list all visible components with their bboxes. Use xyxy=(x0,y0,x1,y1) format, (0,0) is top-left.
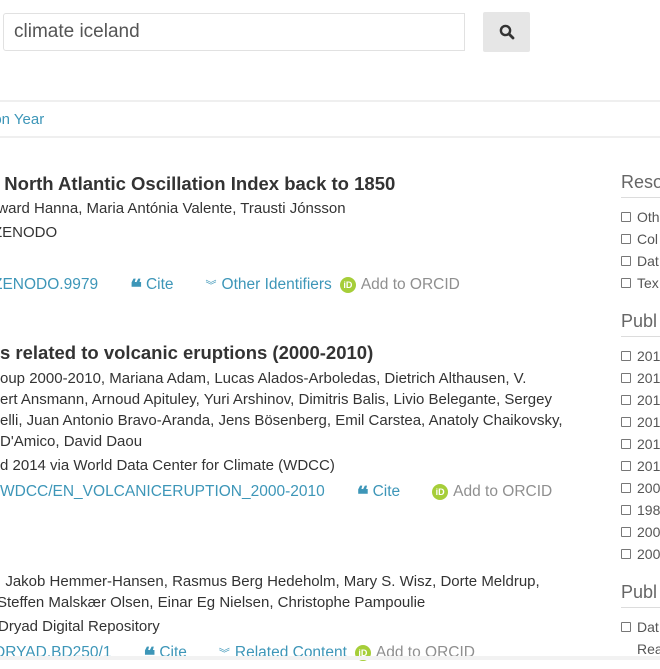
facet-item[interactable]: Dat xyxy=(621,616,660,638)
facet-item[interactable]: 200 xyxy=(621,477,660,499)
facet-publication-year: Publ 201 201 201 201 201 201 200 198 200… xyxy=(621,311,660,565)
facet-item-label: Tex xyxy=(637,275,659,291)
search-button[interactable] xyxy=(483,12,530,52)
checkbox[interactable] xyxy=(621,256,631,266)
orcid-icon: iD xyxy=(432,484,449,500)
result-item: s related to volcanic eruptions (2000-20… xyxy=(0,342,600,508)
facet-item-label: 201 xyxy=(637,414,660,430)
add-to-orcid-label: Add to ORCID xyxy=(453,483,553,500)
checkbox[interactable] xyxy=(621,483,631,493)
facet-item-label: Col xyxy=(637,231,659,247)
checkbox[interactable] xyxy=(621,351,631,361)
facet-title: Publ xyxy=(621,582,660,608)
result-authors-line: oup 2000-2010, Mariana Adam, Lucas Alado… xyxy=(0,370,527,387)
result-actions: WDCC/EN_VOLCANICERUPTION_2000-2010 ❝ Cit… xyxy=(0,482,600,508)
facet-item[interactable]: Tex xyxy=(621,272,660,294)
cite-button[interactable]: ❝ Cite xyxy=(356,482,401,508)
checkbox[interactable] xyxy=(621,439,631,449)
checkbox[interactable] xyxy=(621,417,631,427)
facet-item[interactable]: Col xyxy=(621,228,660,250)
result-authors: lward Hanna, Maria Antónia Valente, Trau… xyxy=(0,200,346,217)
facet-item-label: Dat xyxy=(637,253,659,269)
facet-item-label: 198 xyxy=(637,502,660,518)
checkbox[interactable] xyxy=(621,622,631,632)
sort-bar: ion Year xyxy=(0,100,660,138)
cite-label: Cite xyxy=(145,276,174,293)
result-authors-line: elli, Juan Antonio Bravo-Aranda, Jens Bö… xyxy=(0,412,563,429)
checkbox[interactable] xyxy=(621,278,631,288)
result-publisher: ZENODO xyxy=(0,224,58,241)
add-to-orcid-button[interactable]: iD Add to ORCID xyxy=(339,276,460,294)
facet-item[interactable]: 201 xyxy=(621,455,660,477)
checkbox[interactable] xyxy=(621,234,631,244)
result-authors-line: Steffen Malskær Olsen, Einar Eg Nielsen,… xyxy=(0,594,426,611)
facet-title: Publ xyxy=(621,311,660,337)
facet-item-label: 201 xyxy=(637,392,660,408)
facet-item[interactable]: 201 xyxy=(621,433,660,455)
search-icon xyxy=(499,24,514,40)
facet-item[interactable]: 201 xyxy=(621,411,660,433)
add-to-orcid-label: Add to ORCID xyxy=(360,276,460,293)
orcid-icon: iD xyxy=(339,277,356,293)
sort-publication-year-link[interactable]: ion Year xyxy=(0,111,44,128)
facet-item-label: 200 xyxy=(637,524,660,540)
facet-title: Reso xyxy=(621,172,660,198)
result-authors-line: D'Amico, David Daou xyxy=(0,433,143,450)
facet-item-label: 200 xyxy=(637,546,660,562)
checkbox[interactable] xyxy=(621,373,631,383)
facet-item-label: 201 xyxy=(637,370,660,386)
quote-icon: ❝ xyxy=(130,275,142,301)
facet-item-label: Oth xyxy=(637,209,660,225)
search-bar xyxy=(3,12,530,52)
doi-link[interactable]: ZENODO.9979 xyxy=(0,276,98,294)
result-title[interactable]: l North Atlantic Oscillation Index back … xyxy=(0,173,600,195)
cite-label: Cite xyxy=(372,483,401,500)
facet-item-label: 200 xyxy=(637,480,660,496)
other-identifiers-label: Other Identifiers xyxy=(221,276,332,293)
checkbox[interactable] xyxy=(621,212,631,222)
checkbox[interactable] xyxy=(621,527,631,537)
result-publisher: d 2014 via World Data Center for Climate… xyxy=(0,457,335,474)
search-input[interactable] xyxy=(3,13,465,51)
facet-item[interactable]: Oth xyxy=(621,206,660,228)
checkbox[interactable] xyxy=(621,395,631,405)
other-identifiers-button[interactable]: ︾ Other Identifiers xyxy=(206,276,332,294)
doi-link[interactable]: WDCC/EN_VOLCANICERUPTION_2000-2010 xyxy=(0,483,325,501)
checkbox[interactable] xyxy=(621,461,631,471)
facet-item[interactable]: 198 xyxy=(621,499,660,521)
checkbox[interactable] xyxy=(621,505,631,515)
result-item: l North Atlantic Oscillation Index back … xyxy=(0,173,600,301)
chevron-double-down-icon: ︾ xyxy=(205,280,217,292)
facet-sidebar: Reso Oth Col Dat Tex Publ 201 201 201 20… xyxy=(621,172,660,660)
result-authors-line: , Jakob Hemmer-Hansen, Rasmus Berg Hedeh… xyxy=(0,573,540,590)
checkbox[interactable] xyxy=(621,549,631,559)
add-to-orcid-button[interactable]: iD Add to ORCID xyxy=(432,483,552,501)
facet-item[interactable]: 201 xyxy=(621,389,660,411)
result-actions: ZENODO.9979 ❝ Cite ︾ Other Identifiers i… xyxy=(0,275,600,301)
facet-item-label: 201 xyxy=(637,436,660,452)
facet-item[interactable]: Dat xyxy=(621,250,660,272)
facet-item[interactable]: 201 xyxy=(621,367,660,389)
result-item: , Jakob Hemmer-Hansen, Rasmus Berg Hedeh… xyxy=(0,571,600,667)
result-authors-line: ert Ansmann, Arnoud Apituley, Yuri Arshi… xyxy=(0,391,552,408)
facet-item[interactable]: 200 xyxy=(621,543,660,565)
cite-button[interactable]: ❝ Cite xyxy=(130,275,174,301)
result-publisher: Dryad Digital Repository xyxy=(0,618,160,635)
facet-resource-type: Reso Oth Col Dat Tex xyxy=(621,172,660,294)
quote-icon: ❝ xyxy=(356,482,369,508)
facet-item[interactable]: 201 xyxy=(621,345,660,367)
facet-item-label: Dat xyxy=(637,619,659,635)
facet-item-label: 201 xyxy=(637,348,660,364)
facet-item-label: 201 xyxy=(637,458,660,474)
result-title[interactable]: s related to volcanic eruptions (2000-20… xyxy=(0,342,600,364)
facet-publisher: Publ Dat Rea xyxy=(621,582,660,660)
facet-item[interactable]: 200 xyxy=(621,521,660,543)
bottom-edge xyxy=(0,656,660,660)
